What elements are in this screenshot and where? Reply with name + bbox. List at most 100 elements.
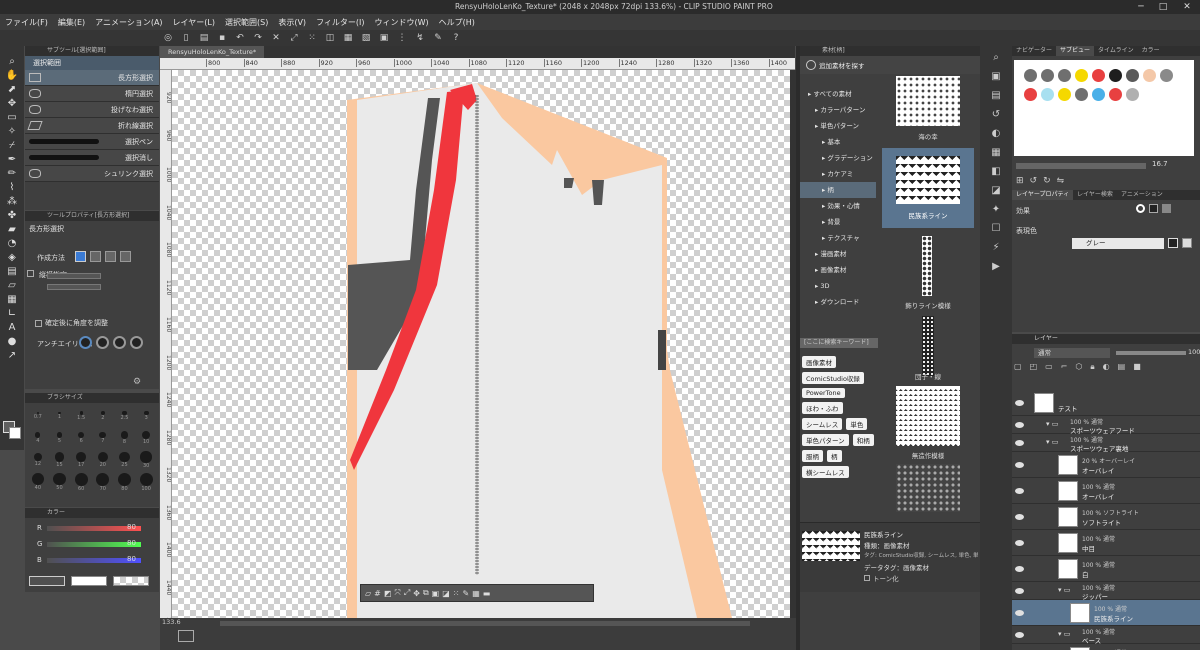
new-raster-layer-icon[interactable]: ▢ [1014, 362, 1022, 372]
tone-checkbox[interactable]: トーン化 [864, 573, 899, 583]
navigator-icon[interactable]: ▣ [991, 71, 1000, 82]
undo-icon[interactable]: ↶ [232, 31, 248, 45]
navigator-toggle-icon[interactable] [178, 630, 194, 642]
antialias-weak[interactable] [96, 336, 109, 349]
layer-row[interactable]: 100 % 通常 中目 [1012, 530, 1200, 556]
quick-mask-icon[interactable]: ▦ [472, 589, 480, 598]
subtool-polyline-select[interactable]: 折れ線選択 [25, 118, 159, 134]
copy-icon[interactable]: ⧉ [423, 588, 429, 598]
layer-row[interactable]: 100 % 通常ベースライン [1012, 644, 1200, 650]
menu-help[interactable]: ヘルプ(H) [434, 17, 480, 28]
quick-access-icon[interactable]: ⚡ [992, 242, 999, 253]
deselect-icon[interactable]: ▱ [365, 589, 371, 598]
material-tree-item[interactable]: ▸ 漫画素材 [800, 246, 876, 262]
thumb-sea[interactable] [896, 76, 960, 126]
balloon-tool-icon[interactable]: ● [8, 336, 17, 347]
pen-tool-icon[interactable]: ✒ [8, 154, 16, 165]
material-tag[interactable]: PowerTone [802, 388, 845, 398]
scale-icon[interactable]: ⤢ [404, 588, 410, 598]
flip-icon[interactable]: ⇋ [1057, 176, 1065, 186]
layer-icon[interactable]: ▣ [376, 31, 392, 45]
fit-icon[interactable]: ⊞ [1016, 176, 1024, 186]
brush-size-cell[interactable]: 70 [93, 472, 113, 492]
palette-swatch[interactable] [1024, 88, 1037, 101]
pencil-tool-icon[interactable]: ✏ [8, 168, 16, 179]
palette-swatch[interactable] [1075, 69, 1088, 82]
line-correction-icon[interactable]: ↗ [8, 350, 16, 361]
folder-icon[interactable]: ▾ ▭ [1058, 630, 1070, 638]
visibility-eye-icon[interactable] [1015, 540, 1024, 546]
subtool-rect-select[interactable]: 長方形選択 [25, 70, 159, 86]
new-vector-layer-icon[interactable]: ◰ [1030, 362, 1038, 372]
search-icon[interactable]: ⌕ [993, 52, 999, 63]
reference-layer-icon[interactable]: ⬡ [1075, 362, 1082, 372]
layer-row[interactable]: テスト [1012, 390, 1200, 416]
brush-size-cell[interactable]: 17 [71, 450, 91, 470]
brush-size-cell[interactable]: 0.7 [28, 406, 48, 426]
add-material-button[interactable]: 追加素材を探す [800, 56, 980, 74]
figure-tool-icon[interactable]: ▱ [8, 280, 16, 291]
new-folder-icon[interactable]: ▭ [1045, 362, 1053, 372]
thumb-extra[interactable] [896, 464, 960, 512]
palette-swatch[interactable] [1109, 88, 1122, 101]
brush-size-cell[interactable]: 1.5 [71, 406, 91, 426]
material-tag[interactable]: 単色パターン [802, 434, 849, 446]
sub-color-chip[interactable] [71, 576, 107, 586]
layer-folder-row[interactable]: ▾ ▭ 100 % 通常 ジッパー [1012, 582, 1200, 601]
tab-navigator[interactable]: ナビゲーター [1012, 46, 1056, 56]
palette-swatch[interactable] [1024, 69, 1037, 82]
expand-selection-icon[interactable]: ▦ [340, 31, 356, 45]
visibility-eye-icon[interactable] [1015, 632, 1024, 638]
texture-effect-icon[interactable] [1162, 204, 1171, 213]
intersect-selection-button[interactable] [120, 251, 131, 262]
material-tree-item[interactable]: ▸ 効果・心情 [800, 198, 876, 214]
b-value[interactable]: 80 [127, 555, 136, 563]
brush-size-cell[interactable]: 30 [136, 450, 156, 470]
thumb-decor-line[interactable] [922, 236, 932, 296]
brush-size-cell[interactable]: 1 [50, 406, 70, 426]
subtool-group-tab[interactable]: 選択範囲 [25, 56, 159, 70]
brush-size-cell[interactable]: 2 [93, 406, 113, 426]
layer-folder-row[interactable]: ▾ ▭ 100 % 通常 スポーツウェアフード [1012, 416, 1200, 435]
material-tag[interactable]: 横シームレス [802, 466, 849, 478]
sub-color-swatch[interactable] [9, 427, 21, 439]
thumb-ethnic-line[interactable]: 民族系ライン [882, 148, 974, 228]
brush-tool-icon[interactable]: ⌇ [10, 182, 15, 193]
layer-row[interactable]: 100 % 通常白 [1012, 556, 1200, 582]
palette-swatch[interactable] [1126, 69, 1139, 82]
subtool-shrink-select[interactable]: シュリンク選択 [25, 166, 159, 182]
material-tag[interactable]: 服柄 [802, 450, 823, 462]
expand-icon[interactable]: ⤧ [394, 588, 400, 598]
menu-animation[interactable]: アニメーション(A) [90, 17, 167, 28]
blend-mode-select[interactable]: 通常 [1034, 348, 1110, 358]
material-tree-item[interactable]: ▸ 背景 [800, 214, 876, 230]
palette-swatch[interactable] [1109, 69, 1122, 82]
pen-icon[interactable]: ✎ [462, 589, 469, 598]
rotate-left-icon[interactable]: ↺ [1030, 176, 1038, 186]
material-tag[interactable]: 単色 [846, 418, 868, 430]
brush-size-cell[interactable]: 3 [136, 406, 156, 426]
clear-icon[interactable]: ✕ [268, 31, 284, 45]
visibility-eye-icon[interactable] [1015, 514, 1024, 520]
transparent-color-chip[interactable] [113, 576, 149, 586]
antialias-strong[interactable] [130, 336, 143, 349]
brush-size-cell[interactable]: 50 [50, 472, 70, 492]
menu-file[interactable]: ファイル(F) [0, 17, 53, 28]
approximate-color-icon[interactable]: ◪ [991, 185, 1000, 196]
material-tag[interactable]: 和柄 [852, 434, 874, 446]
item-bank-icon[interactable]: ☐ [992, 223, 1001, 234]
visibility-eye-icon[interactable] [1015, 610, 1024, 616]
palette-swatch[interactable] [1075, 88, 1088, 101]
brush-size-cell[interactable]: 8 [115, 428, 135, 448]
visibility-eye-icon[interactable] [1015, 488, 1024, 494]
selection-tool-icon[interactable]: ▭ [7, 112, 16, 123]
brush-size-cell[interactable]: 60 [71, 472, 91, 492]
launcher-menu-icon[interactable]: ▬ [483, 589, 491, 598]
material-tag[interactable]: ほわ・ふわ [802, 402, 843, 414]
layer-color-icon[interactable]: ■ [1133, 362, 1141, 372]
menu-view[interactable]: 表示(V) [273, 17, 311, 28]
brush-size-cell[interactable]: 5 [50, 428, 70, 448]
palette-swatch[interactable] [1126, 88, 1139, 101]
palette-swatch[interactable] [1041, 88, 1054, 101]
folder-icon[interactable]: ▾ ▭ [1058, 586, 1070, 594]
